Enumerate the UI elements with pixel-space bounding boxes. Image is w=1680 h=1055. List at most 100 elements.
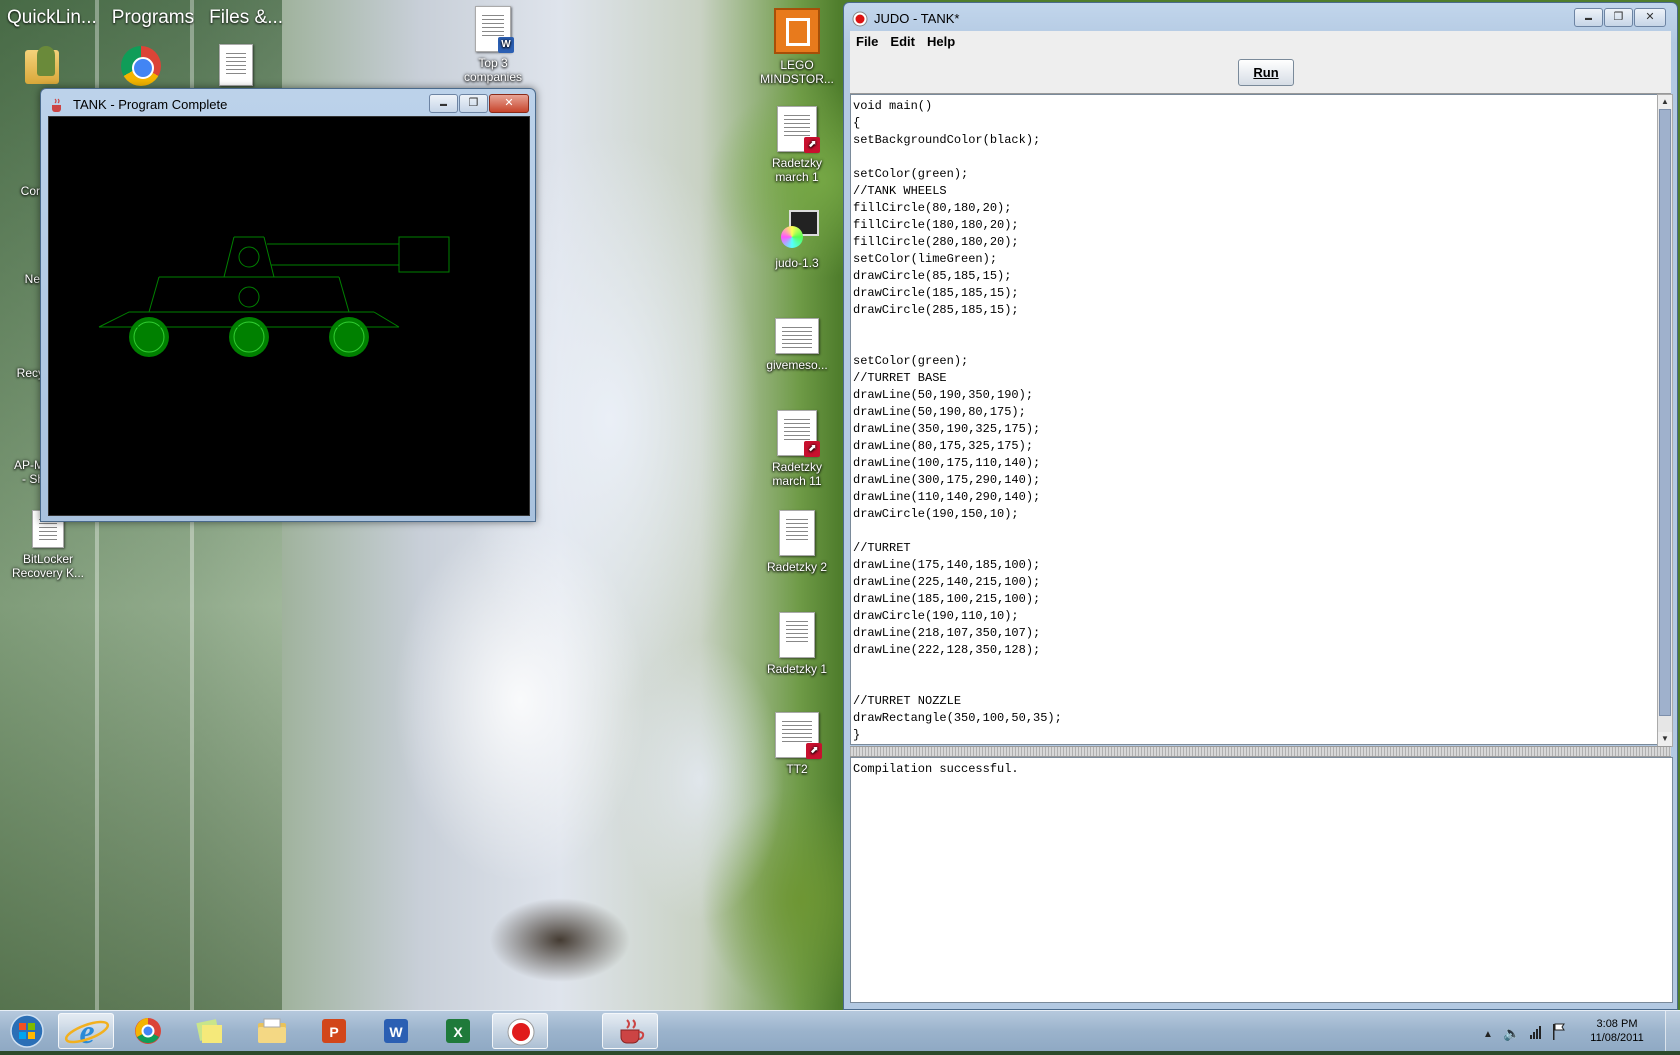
internet-explorer-icon: e (64, 1014, 110, 1051)
desktop-icon-label: LEGO MINDSTOR... (760, 58, 834, 86)
toolbar-quicklinks[interactable]: QuickLin... (0, 0, 105, 36)
pdf-document-icon: ⬈ (777, 410, 820, 457)
desktop-icon-label: TT2 (786, 762, 808, 776)
maximize-button[interactable]: ❐ (459, 94, 488, 113)
taskbar-powerpoint[interactable]: P (306, 1013, 362, 1049)
svg-text:X: X (453, 1024, 463, 1040)
tank-outline-line (338, 276, 350, 313)
taskbar-windows-explorer[interactable] (244, 1013, 300, 1049)
desktop-icon-label: BitLocker Recovery K... (11, 552, 85, 580)
scroll-up-arrow-icon[interactable]: ▲ (1658, 95, 1672, 109)
folder-icon (258, 1018, 286, 1043)
desktop-icon-givemeso[interactable]: givemeso... (754, 318, 840, 372)
tank-drawing (98, 236, 450, 357)
close-icon: ✕ (504, 97, 514, 109)
taskbar-sticky-notes[interactable] (182, 1013, 238, 1049)
desktop-icon-lego[interactable]: LEGO MINDSTOR... (754, 8, 840, 86)
desktop-icon-tt2[interactable]: ⬈ TT2 (754, 712, 840, 776)
word-badge-icon: W (498, 37, 514, 53)
tank-wheel (229, 317, 269, 357)
taskbar-clock[interactable]: 3:08 PM 11/08/2011 (1572, 1017, 1662, 1045)
judo-editor-window[interactable]: JUDO - TANK* ▬ ❐ ✕ File Edit Help Run vo… (843, 2, 1678, 1010)
menu-file[interactable]: File (850, 31, 884, 53)
tank-wheel (129, 317, 169, 357)
taskbar-judo[interactable] (492, 1013, 548, 1049)
minimize-icon: ▬ (1585, 15, 1592, 22)
editor-scrollbar[interactable]: ▲ ▼ (1657, 94, 1673, 747)
close-button[interactable]: ✕ (489, 94, 529, 113)
taskbar: e P W X ▲ 🔈 3:08 PM 11/08/2011 (0, 1010, 1680, 1051)
lego-mindstorms-icon (774, 8, 820, 54)
action-center-flag-icon (1553, 1023, 1565, 1040)
split-pane-divider[interactable] (850, 746, 1671, 757)
word-document-icon: W (475, 6, 514, 53)
menu-help[interactable]: Help (921, 31, 961, 53)
maximize-icon: ❐ (1613, 11, 1624, 23)
start-button[interactable] (2, 1012, 52, 1050)
tank-window-titlebar[interactable]: TANK - Program Complete ▬ ❐ ✕ (41, 89, 535, 119)
java-cup-icon (620, 1019, 645, 1044)
taskbar-chrome[interactable] (120, 1013, 176, 1049)
desktop-icon-radetzky-1[interactable]: Radetzky 1 (754, 612, 840, 676)
pdf-badge-icon: ⬈ (804, 441, 820, 457)
document-icon (219, 44, 253, 86)
maximize-icon: ❐ (468, 97, 479, 109)
maximize-button[interactable]: ❐ (1604, 8, 1633, 27)
tank-outline-line (223, 236, 235, 278)
desktop-icon-radetzky-march-11[interactable]: ⬈ Radetzky march 11 (754, 410, 840, 488)
svg-text:e: e (79, 1014, 94, 1050)
judo-window-titlebar[interactable]: JUDO - TANK* ▬ ❐ ✕ (844, 3, 1677, 33)
chrome-icon (119, 44, 163, 88)
taskbar-excel[interactable]: X (430, 1013, 486, 1049)
pdf-badge-icon: ⬈ (804, 137, 820, 153)
powerpoint-icon: P (322, 1019, 346, 1043)
show-desktop-button[interactable] (1665, 1011, 1680, 1051)
minimize-button[interactable]: ▬ (1574, 8, 1603, 27)
svg-text:P: P (329, 1024, 338, 1040)
code-text[interactable]: void main() { setBackgroundColor(black);… (851, 95, 1658, 744)
pdf-document-icon: ⬈ (775, 712, 822, 759)
taskbar-java-program[interactable] (602, 1013, 658, 1049)
menu-edit[interactable]: Edit (884, 31, 921, 53)
scroll-down-arrow-icon[interactable]: ▼ (1658, 732, 1672, 746)
desktop-icon-radetzky-march-1[interactable]: ⬈ Radetzky march 1 (754, 106, 840, 184)
judo-window-title: JUDO - TANK* (874, 11, 960, 26)
desktop-icon-chrome[interactable] (98, 44, 184, 92)
user-folder-icon (21, 44, 65, 88)
java-cup-icon (52, 98, 61, 112)
program-output-canvas (48, 116, 530, 516)
desktop-icon-label: Radetzky 1 (766, 662, 828, 676)
minimize-button[interactable]: ▬ (429, 94, 458, 113)
judo-record-icon (852, 11, 868, 27)
toolbar-files[interactable]: Files &... (202, 0, 291, 36)
desktop-icon-top3[interactable]: W Top 3 companies (450, 6, 536, 84)
toolbar-programs[interactable]: Programs (105, 0, 202, 36)
clock-time: 3:08 PM (1596, 1018, 1638, 1030)
show-hidden-icons-icon: ▲ (1483, 1029, 1493, 1040)
clock-date: 11/08/2011 (1590, 1032, 1644, 1044)
desktop-icon-judo[interactable]: judo-1.3 (754, 208, 840, 270)
excel-icon: X (446, 1019, 470, 1043)
judo-record-icon (507, 1018, 535, 1046)
tank-output-window[interactable]: TANK - Program Complete ▬ ❐ ✕ (40, 88, 536, 522)
tank-outline-circle (238, 246, 260, 268)
windows-start-orb-icon (10, 1014, 44, 1048)
output-console: Compilation successful. (850, 757, 1673, 1003)
tank-outline-circle (238, 286, 260, 308)
desktop-icon-label: Radetzky march 1 (771, 156, 823, 184)
run-toolbar: Run (850, 53, 1671, 94)
pdf-badge-icon: ⬈ (806, 743, 822, 759)
tank-outline-line (148, 276, 160, 313)
scrollbar-thumb[interactable] (1659, 109, 1671, 716)
document-icon (775, 318, 819, 354)
desktop-icon-radetzky-2[interactable]: Radetzky 2 (754, 510, 840, 574)
judo-installer-icon (775, 208, 819, 252)
code-editor[interactable]: void main() { setBackgroundColor(black);… (850, 94, 1659, 745)
taskbar-internet-explorer[interactable]: e (58, 1013, 114, 1051)
tank-outline-line (263, 236, 275, 278)
desktop-icon-document[interactable] (193, 44, 279, 90)
taskbar-word[interactable]: W (368, 1013, 424, 1049)
run-button[interactable]: Run (1238, 59, 1294, 86)
tank-outline-line (373, 311, 400, 328)
close-button[interactable]: ✕ (1634, 8, 1666, 27)
